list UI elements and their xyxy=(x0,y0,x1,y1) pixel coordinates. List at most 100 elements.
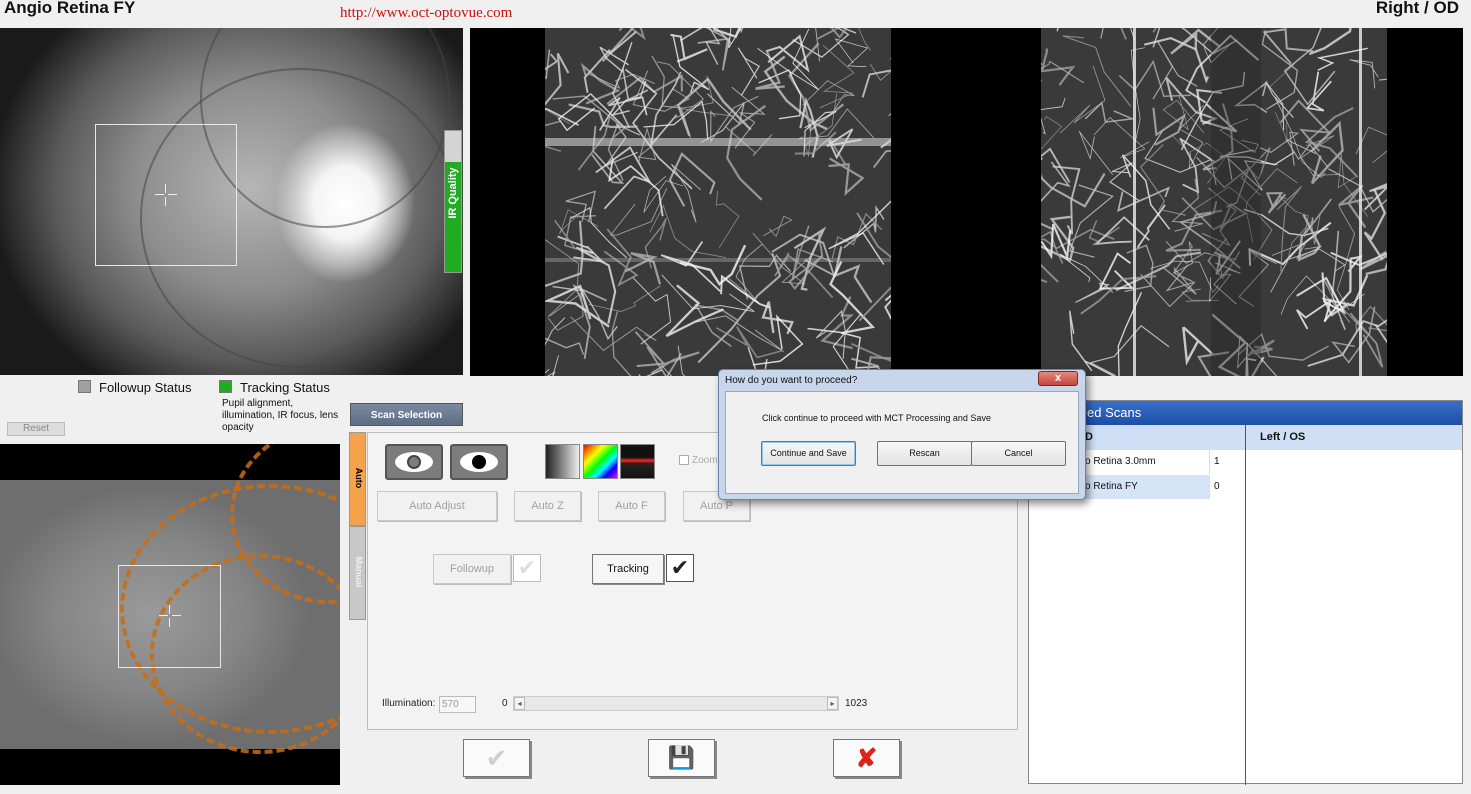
angio-vessel xyxy=(636,351,700,375)
angio-vessel xyxy=(1056,28,1059,32)
acquired-scans-panel: ed Scans D Left / OS o Retina 3.0mm 1 o … xyxy=(1028,400,1463,785)
eye-view-button[interactable] xyxy=(385,444,443,480)
angio-vessel xyxy=(1041,161,1071,203)
angio-vessel xyxy=(1349,59,1379,89)
angio-vessel xyxy=(545,355,559,376)
angio-vessel xyxy=(1100,28,1104,39)
grayscale-palette-button[interactable] xyxy=(545,444,580,479)
angio-vessel xyxy=(752,314,804,366)
column-header-left-os: Left / OS xyxy=(1246,425,1462,450)
slider-left-arrow-icon[interactable]: ◂ xyxy=(514,697,525,710)
accept-button[interactable]: ✔ xyxy=(463,739,530,777)
auto-z-button[interactable]: Auto Z xyxy=(514,491,581,521)
angio-vessel xyxy=(1069,310,1093,372)
scan-row-count: 0 xyxy=(1209,475,1245,499)
angio-vessel xyxy=(758,69,802,120)
illumination-slider[interactable]: ◂ ▸ xyxy=(513,696,839,711)
angio-vessel xyxy=(697,28,731,71)
tab-scan-selection[interactable]: Scan Selection xyxy=(350,403,463,426)
ir-quality-meter: IR Quality xyxy=(444,130,462,273)
ir-quality-label: IR Quality xyxy=(447,167,459,219)
followup-checkbox[interactable]: ✔ xyxy=(513,554,541,582)
angio-image-left xyxy=(545,28,891,376)
angio-vessel xyxy=(545,49,551,80)
scan-row-name[interactable]: o Retina FY xyxy=(1081,475,1209,499)
cancel-scan-button[interactable]: ✘ xyxy=(833,739,900,777)
watermark-url: http://www.oct-optovue.com xyxy=(340,5,513,21)
rescan-button[interactable]: Rescan xyxy=(877,441,972,466)
angio-vessel xyxy=(1041,97,1066,135)
angio-vessel xyxy=(757,28,819,90)
angio-vessel xyxy=(1088,220,1121,246)
tracking-checkbox[interactable]: ✔ xyxy=(666,554,694,582)
dialog-body: Click continue to proceed with MCT Proce… xyxy=(725,391,1079,494)
angio-vessel xyxy=(1093,117,1150,159)
angio-vessel xyxy=(829,261,876,335)
angio-vessel xyxy=(695,315,784,352)
angio-vessel xyxy=(638,369,663,376)
ir-fundus-image[interactable] xyxy=(0,28,463,375)
tracking-status-note: Pupil alignment, illumination, IR focus,… xyxy=(222,398,339,433)
illumination-value-field[interactable]: 570 xyxy=(439,696,476,713)
angio-vessel xyxy=(679,244,747,286)
tracking-button[interactable]: Tracking xyxy=(592,554,664,584)
angio-vessel xyxy=(828,157,865,197)
save-button[interactable]: 💾 xyxy=(648,739,715,777)
angio-vessel xyxy=(1136,204,1166,249)
zoom-label: Zoom xyxy=(692,455,718,466)
angio-vessel xyxy=(763,215,793,238)
motion-artifact-stripe xyxy=(545,258,891,262)
dialog-close-button[interactable]: x xyxy=(1038,371,1078,386)
auto-adjust-button[interactable]: Auto Adjust xyxy=(377,491,497,521)
angio-vessel xyxy=(1094,216,1150,246)
angio-vessel xyxy=(609,187,668,236)
zoom-checkbox-box[interactable] xyxy=(679,455,689,466)
scan-row-count: 1 xyxy=(1209,450,1245,474)
dialog-message: Click continue to proceed with MCT Proce… xyxy=(762,413,991,423)
slider-min-label: 0 xyxy=(502,698,508,709)
angio-vessel xyxy=(545,337,585,355)
tab-auto-label: Auto xyxy=(354,467,364,489)
reset-button[interactable]: Reset xyxy=(7,422,65,436)
angio-vessel xyxy=(1098,252,1135,290)
angio-vessel xyxy=(1162,95,1205,134)
eye-icon xyxy=(395,452,433,472)
angio-vessel xyxy=(726,104,767,201)
slo-fundus-image[interactable] xyxy=(0,444,340,785)
angio-vessel xyxy=(1297,214,1322,262)
angio-vessel xyxy=(1378,78,1387,81)
tab-manual[interactable]: Manual xyxy=(349,526,366,620)
followup-button[interactable]: Followup xyxy=(433,554,511,584)
angio-vessel xyxy=(1075,282,1111,303)
proceed-dialog: How do you want to proceed? x Click cont… xyxy=(718,369,1086,500)
crosshair-icon xyxy=(159,605,181,627)
angio-vessel-map-right xyxy=(1041,28,1387,376)
auto-f-button[interactable]: Auto F xyxy=(598,491,665,521)
angio-vessel xyxy=(661,345,686,376)
pupil-view-button[interactable] xyxy=(450,444,508,480)
dialog-cancel-button[interactable]: Cancel xyxy=(971,441,1066,466)
angio-vessel xyxy=(1062,35,1132,107)
angio-vessel xyxy=(588,285,661,312)
angio-vessel-map-left xyxy=(545,28,891,376)
motion-artifact-stripe xyxy=(1359,28,1362,376)
slider-right-arrow-icon[interactable]: ▸ xyxy=(827,697,838,710)
crosshair-icon xyxy=(155,184,177,206)
angio-vessel xyxy=(1152,28,1157,33)
color-palette-button[interactable] xyxy=(583,444,618,479)
angio-vessel xyxy=(1041,116,1063,178)
tab-auto[interactable]: Auto xyxy=(349,432,366,526)
angio-vessel xyxy=(603,228,639,287)
angio-vessel xyxy=(834,38,869,67)
pupil-icon xyxy=(460,452,498,472)
continue-and-save-button[interactable]: Continue and Save xyxy=(761,441,856,466)
bscan-palette-button[interactable] xyxy=(620,444,655,479)
tracking-status-indicator xyxy=(219,380,232,393)
angio-vessel xyxy=(884,294,891,321)
zoom-checkbox[interactable]: Zoom xyxy=(679,455,718,466)
scan-row-name[interactable]: o Retina 3.0mm xyxy=(1081,450,1209,474)
eye-label: Right / OD xyxy=(1375,0,1459,17)
angio-vessel xyxy=(872,149,891,168)
angio-vessel xyxy=(816,28,848,40)
angio-vessel xyxy=(1118,59,1191,97)
